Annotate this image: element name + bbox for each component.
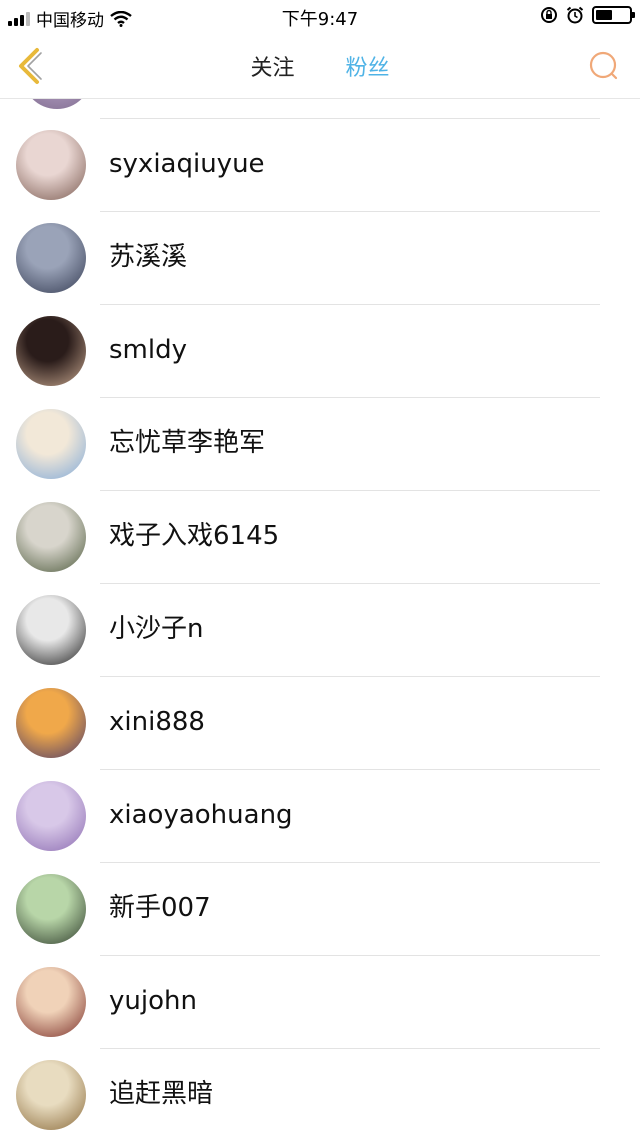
avatar[interactable] (16, 502, 86, 572)
username: syxiaqiuyue (109, 149, 265, 179)
list-item[interactable]: xini888 (0, 676, 640, 769)
list-item[interactable]: xiaoyaohuang (0, 769, 640, 862)
tab-fans[interactable]: 粉丝 (346, 50, 390, 82)
battery-icon (592, 6, 635, 24)
username: xini888 (109, 707, 205, 737)
list-item[interactable]: 戏子入戏6145 (0, 490, 640, 583)
username: 新手007 (109, 893, 211, 923)
avatar[interactable] (16, 967, 86, 1037)
search-icon[interactable] (584, 46, 624, 86)
avatar[interactable] (16, 688, 86, 758)
username: 戏子入戏6145 (109, 521, 280, 551)
nav-bar: 关注 粉丝 (0, 34, 640, 99)
avatar[interactable] (16, 595, 86, 665)
list-item[interactable]: 小沙子n (0, 583, 640, 676)
list-item[interactable]: smldy (0, 304, 640, 397)
avatar[interactable] (16, 409, 86, 479)
alarm-icon (566, 6, 584, 24)
status-bar: 中国移动 下午9:47 (0, 0, 640, 34)
avatar[interactable] (16, 316, 86, 386)
avatar[interactable] (16, 130, 86, 200)
status-right (540, 6, 635, 24)
avatar (22, 99, 92, 109)
list-item[interactable]: 忘忧草李艳军 (0, 397, 640, 490)
username: smldy (109, 335, 187, 365)
tab-bar: 关注 粉丝 (0, 50, 640, 82)
fans-list: syxiaqiuyue 苏溪溪 smldy 忘忧草李艳军 戏子入戏6145 小沙子n xin… (0, 99, 640, 1141)
tab-following[interactable]: 关注 (250, 50, 294, 82)
username: yujohn (109, 986, 197, 1016)
avatar[interactable] (16, 1060, 86, 1130)
list-item[interactable]: 追赶黑暗 (0, 1048, 640, 1141)
avatar[interactable] (16, 223, 86, 293)
list-item[interactable]: 新手007 (0, 862, 640, 955)
list-item[interactable]: 苏溪溪 (0, 211, 640, 304)
rotation-lock-icon (541, 7, 557, 23)
username: 追赶黑暗 (109, 1079, 214, 1109)
list-item[interactable]: yujohn (0, 955, 640, 1048)
username: 忘忧草李艳军 (109, 428, 266, 458)
list-item[interactable]: syxiaqiuyue (0, 118, 640, 211)
list-item-partial (0, 99, 640, 118)
avatar[interactable] (16, 874, 86, 944)
username: 小沙子n (109, 614, 204, 644)
username: 苏溪溪 (109, 242, 188, 272)
avatar[interactable] (16, 781, 86, 851)
username: xiaoyaohuang (109, 800, 293, 830)
